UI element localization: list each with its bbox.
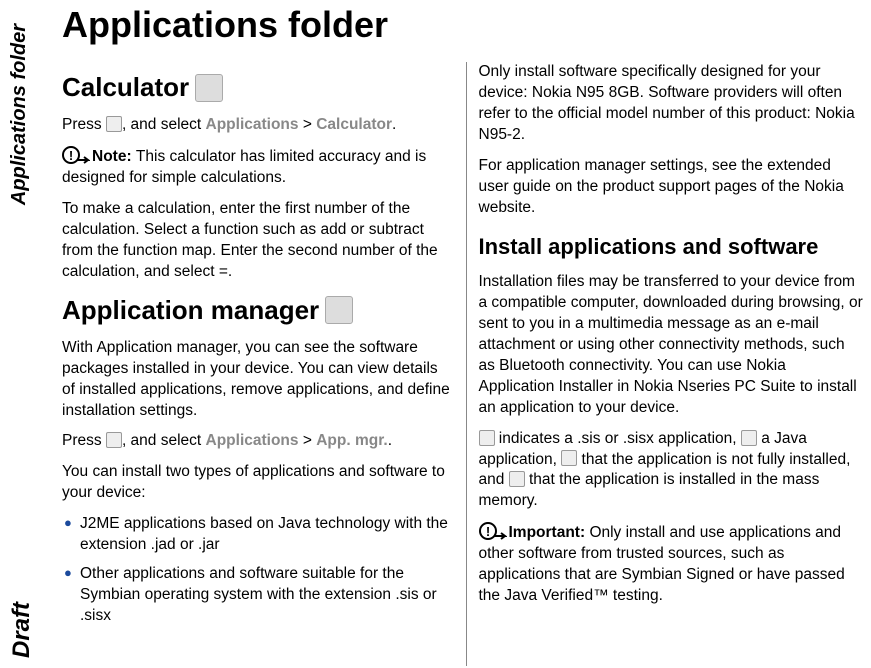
columns: Calculator Press , and select Applicatio…	[62, 62, 869, 666]
list-item: J2ME applications based on Java technolo…	[62, 514, 454, 556]
text: >	[299, 432, 317, 449]
heading-calculator: Calculator	[62, 70, 454, 105]
draft-label: Draft	[8, 602, 36, 658]
svg-text:!: !	[485, 524, 489, 539]
path-appmgr: App. mgr.	[316, 432, 387, 449]
heading-appmgr-text: Application manager	[62, 293, 319, 328]
text: Press	[62, 432, 106, 449]
java-icon	[741, 430, 757, 446]
partial-install-icon	[561, 450, 577, 466]
text: , and select	[122, 116, 206, 133]
calc-press-line: Press , and select Applications > Calcul…	[62, 115, 454, 136]
left-column: Calculator Press , and select Applicatio…	[62, 62, 466, 666]
important-icon: !	[479, 522, 507, 544]
mass-memory-icon	[509, 471, 525, 487]
path-calculator: Calculator	[316, 116, 392, 133]
path-applications: Applications	[206, 116, 299, 133]
appmgr-p3: You can install two types of application…	[62, 462, 454, 504]
right-p2: For application manager settings, see th…	[479, 156, 866, 219]
text: >	[299, 116, 317, 133]
list-item: Other applications and software suitable…	[62, 564, 454, 627]
menu-key-icon	[106, 116, 122, 132]
important-label: Important:	[509, 524, 590, 541]
heading-install: Install applications and software	[479, 232, 866, 262]
note-label: Note:	[92, 148, 136, 165]
right-p1: Only install software specifically desig…	[479, 62, 866, 146]
side-tab: Applications folder	[8, 24, 31, 205]
right-p4: indicates a .sis or .sisx application, a…	[479, 429, 866, 513]
menu-key-icon	[106, 432, 122, 448]
appmgr-icon	[325, 296, 353, 324]
calc-howto: To make a calculation, enter the first n…	[62, 199, 454, 283]
text: that the application is installed in the…	[479, 471, 820, 509]
appmgr-p1: With Application manager, you can see th…	[62, 338, 454, 422]
text: Press	[62, 116, 106, 133]
svg-text:!: !	[69, 148, 73, 163]
note-icon: !	[62, 146, 90, 168]
heading-appmgr: Application manager	[62, 293, 454, 328]
right-p3: Installation files may be transferred to…	[479, 272, 866, 418]
text: , and select	[122, 432, 206, 449]
right-column: Only install software specifically desig…	[466, 62, 870, 666]
calculator-icon	[195, 74, 223, 102]
sis-icon	[479, 430, 495, 446]
important-note: ! Important: Only install and use applic…	[479, 522, 866, 607]
page-content: Applications folder Calculator Press , a…	[62, 4, 869, 666]
text: .	[388, 432, 392, 449]
text: indicates a .sis or .sisx application,	[495, 430, 741, 447]
heading-calculator-text: Calculator	[62, 70, 189, 105]
appmgr-press-line: Press , and select Applications > App. m…	[62, 431, 454, 452]
page-title: Applications folder	[62, 4, 869, 46]
path-applications: Applications	[206, 432, 299, 449]
calc-note: ! Note: This calculator has limited accu…	[62, 146, 454, 189]
text: .	[392, 116, 396, 133]
appmgr-list: J2ME applications based on Java technolo…	[62, 514, 454, 627]
